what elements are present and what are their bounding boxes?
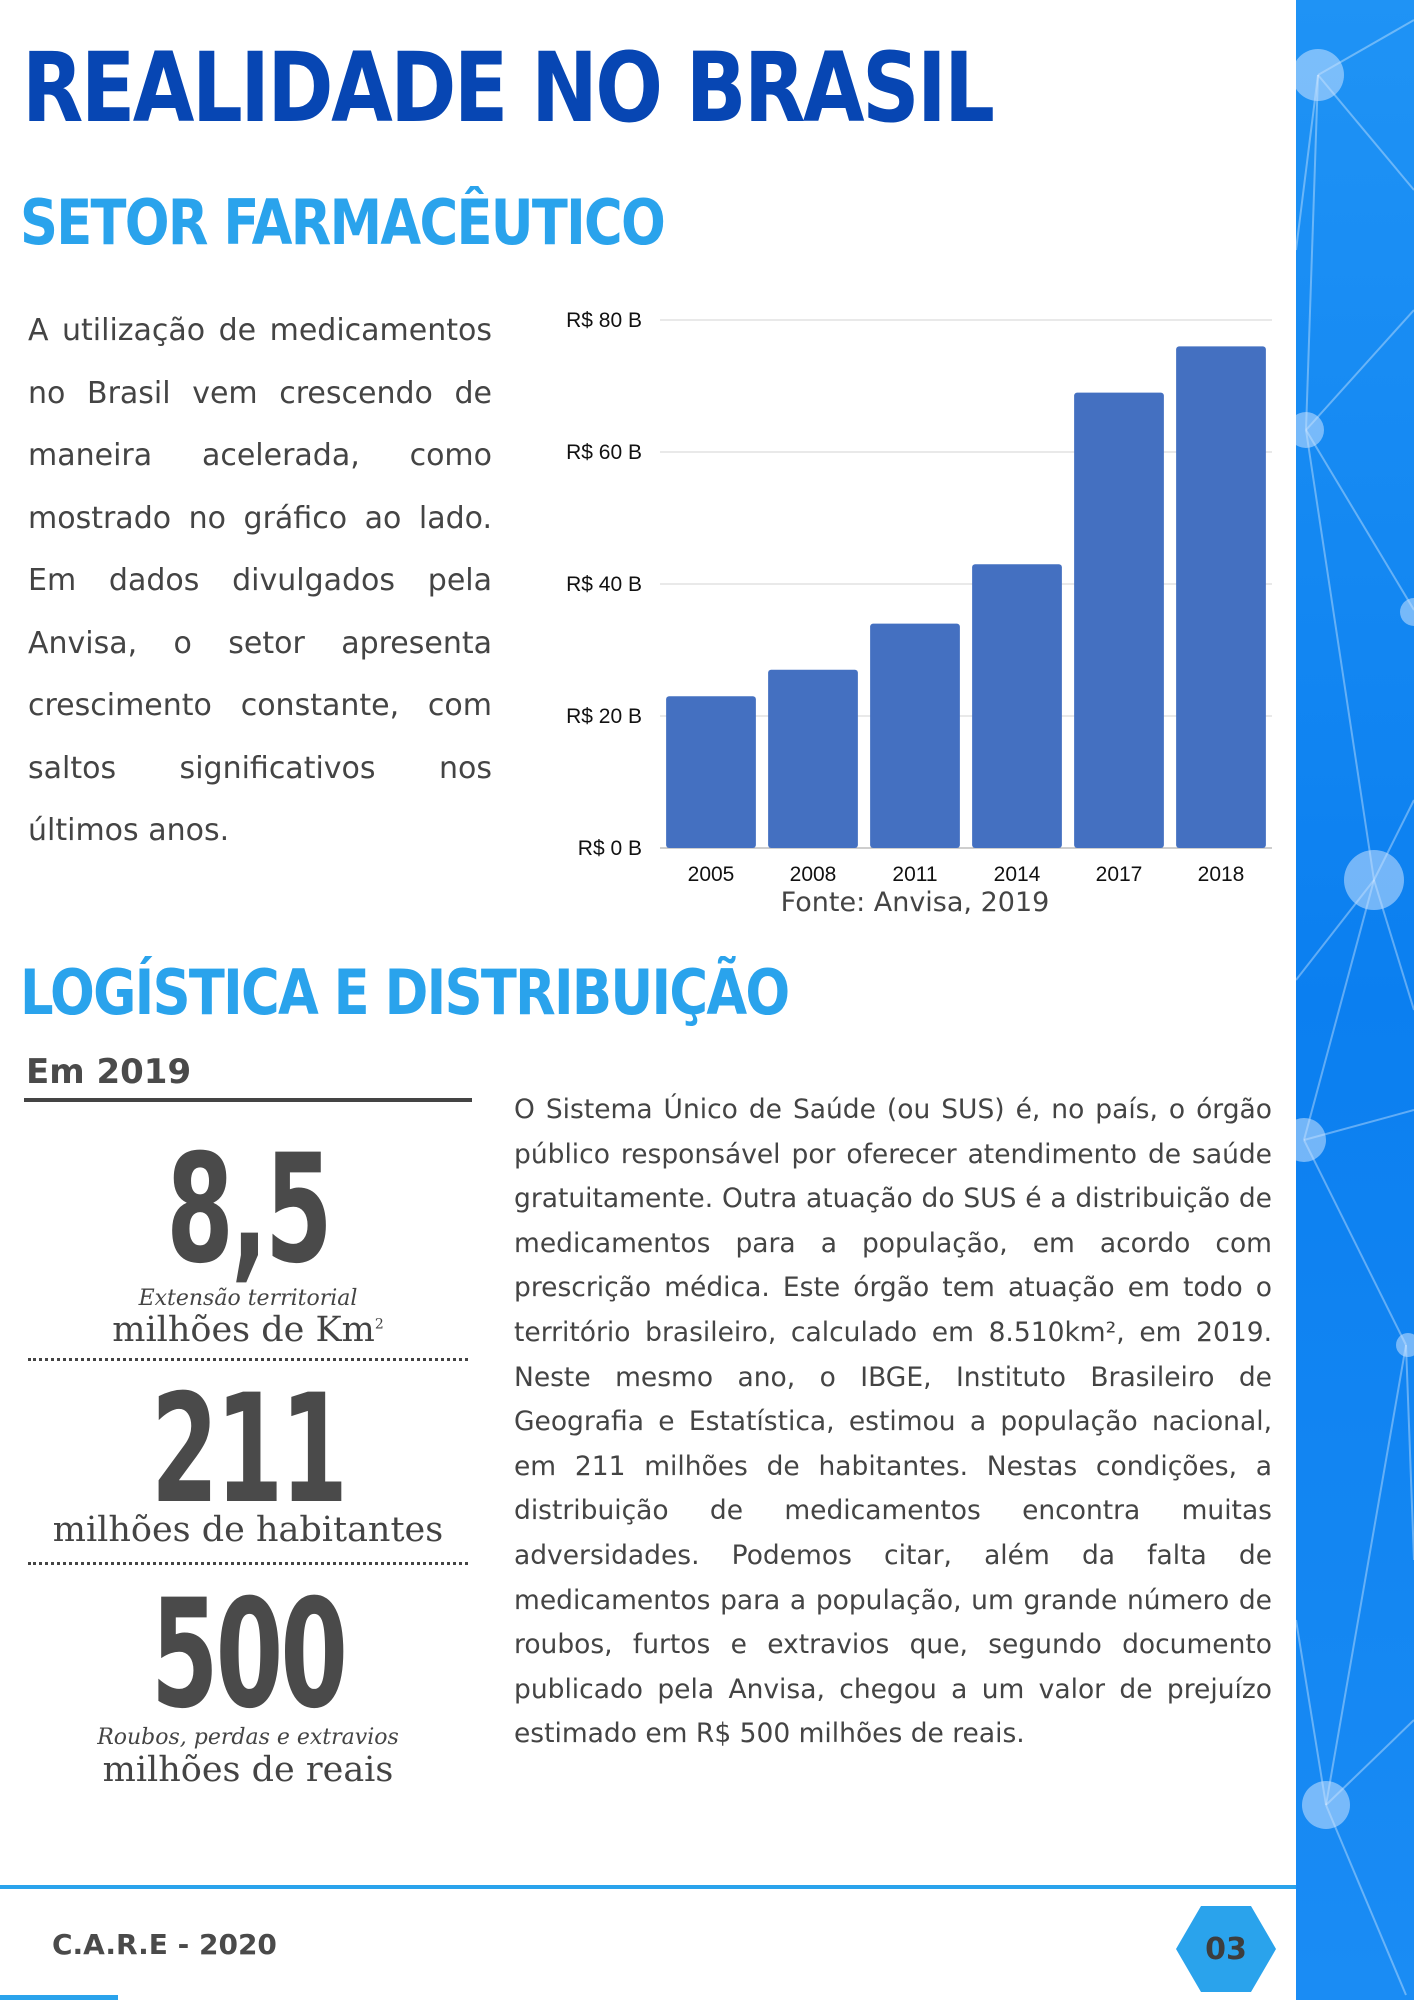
- stat-loss-unit: milhões de reais: [102, 1750, 394, 1790]
- pharma-paragraph: A utilização de medicamentos no Brasil v…: [28, 313, 492, 848]
- stat-area-unit-text: milhões de Km: [112, 1310, 375, 1350]
- stat-area-value: 8,5: [166, 1123, 332, 1297]
- stat-loss-caption: Roubos, perdas e extravios: [97, 1725, 399, 1750]
- y-tick-label: R$ 20 B: [566, 705, 642, 728]
- decorative-side-panel: [1296, 0, 1414, 2000]
- bar-2014: [972, 564, 1062, 848]
- bar-2005: [666, 696, 756, 848]
- stat-population-unit: milhões de habitantes: [52, 1510, 444, 1550]
- stat-dotted-divider: [28, 1358, 468, 1361]
- footer-accent-bar: [0, 1995, 118, 2000]
- stat-dotted-divider: [28, 1562, 468, 1565]
- footer-label: C.A.R.E - 2020: [52, 1928, 277, 1961]
- stat-area-unit: milhões de Km2: [24, 1310, 472, 1350]
- stat-area-unit-sup: 2: [374, 1316, 384, 1333]
- x-tick-label: 2017: [1096, 863, 1143, 886]
- x-tick-label: 2005: [688, 863, 735, 886]
- y-tick-label: R$ 60 B: [566, 441, 642, 464]
- stat-area-caption: Extensão territorial: [138, 1286, 358, 1311]
- page-number: 03: [1205, 1931, 1247, 1967]
- section-title-logistics: LOGÍSTICA E DISTRIBUIÇÃO: [20, 956, 790, 1029]
- y-tick-label: R$ 40 B: [566, 573, 642, 596]
- bar-2018: [1176, 346, 1266, 848]
- page-number-badge: 03: [1176, 1906, 1276, 1992]
- chart-source: Fonte: Anvisa, 2019: [780, 887, 1050, 918]
- stats-year-label: Em 2019: [26, 1052, 192, 1092]
- y-tick-label: R$ 80 B: [566, 309, 642, 332]
- footer-divider: [0, 1885, 1296, 1889]
- bar-2017: [1074, 392, 1164, 848]
- stat-loss-value: 500: [150, 1568, 348, 1742]
- x-tick-label: 2014: [994, 863, 1041, 886]
- x-tick-label: 2011: [892, 863, 937, 886]
- y-tick-label: R$ 0 B: [578, 837, 642, 860]
- stat-population-value: 211: [150, 1363, 348, 1537]
- bar-2011: [870, 623, 960, 848]
- x-tick-label: 2018: [1198, 863, 1245, 886]
- x-tick-label: 2008: [790, 863, 837, 886]
- section-title-pharma: SETOR FARMACÊUTICO: [20, 186, 666, 259]
- revenue-bar-chart: R$ 0 B R$ 20 B R$ 40 B R$ 60 B R$ 80 B 2005 20…: [566, 309, 1272, 886]
- page-title: REALIDADE NO BRASIL: [22, 32, 995, 144]
- stats-divider: [24, 1098, 472, 1102]
- bar-2008: [768, 669, 858, 848]
- sus-paragraph: O Sistema Único de Saúde (ou SUS) é, no …: [514, 1094, 1272, 1750]
- network-pattern-graphic: [1296, 19, 1414, 1996]
